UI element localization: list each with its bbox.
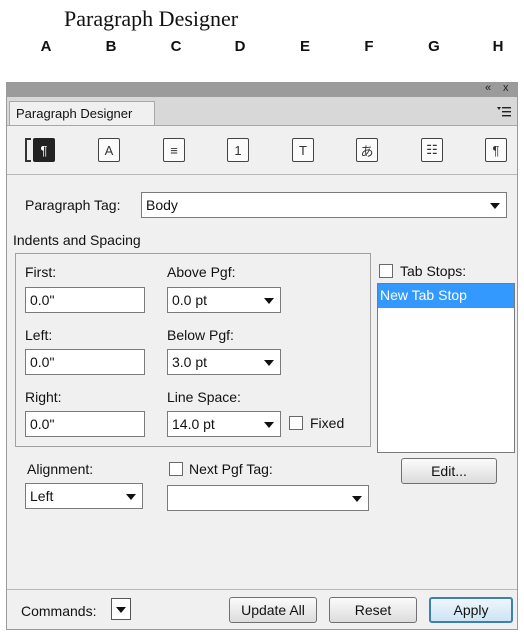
chevron-down-icon xyxy=(264,298,274,304)
table-cell-properties-icon[interactable]: ☷ xyxy=(421,138,443,162)
paragraph-designer-panel: « x Paragraph Designer ¶ A ≡ 1 T あ ☷ ¶ P… xyxy=(6,82,518,630)
reset-button[interactable]: Reset xyxy=(329,597,417,623)
line-space-value: 14.0 pt xyxy=(172,416,215,432)
left-label: Left: xyxy=(25,327,53,343)
line-space-label: Line Space: xyxy=(167,389,241,405)
right-label: Right: xyxy=(25,389,62,405)
chevron-down-icon xyxy=(116,607,126,613)
next-pgf-tag-label: Next Pgf Tag: xyxy=(189,461,273,477)
apply-button[interactable]: Apply xyxy=(429,597,513,623)
paragraph-tag-dropdown[interactable]: Body xyxy=(141,192,507,218)
numbering-properties-icon[interactable]: 1 xyxy=(227,138,249,162)
first-label: First: xyxy=(25,264,57,280)
chevron-down-icon xyxy=(352,496,362,502)
commands-label: Commands: xyxy=(21,603,97,619)
fixed-checkbox[interactable] xyxy=(289,416,303,430)
fixed-label: Fixed xyxy=(310,415,345,431)
right-indent-field[interactable]: 0.0" xyxy=(25,411,145,437)
alignment-label: Alignment: xyxy=(27,461,94,477)
tab-paragraph-designer[interactable]: Paragraph Designer xyxy=(9,101,155,125)
below-pgf-label: Below Pgf: xyxy=(167,327,234,343)
below-pgf-value: 3.0 pt xyxy=(172,354,208,370)
update-all-button[interactable]: Update All xyxy=(229,597,317,623)
next-pgf-tag-dropdown[interactable] xyxy=(167,485,369,511)
indents-spacing-heading: Indents and Spacing xyxy=(13,232,141,248)
pagination-properties-icon[interactable]: ≡ xyxy=(163,138,185,162)
above-pgf-label: Above Pgf: xyxy=(167,264,236,280)
bottom-divider xyxy=(7,589,517,590)
chevron-down-icon xyxy=(264,422,274,428)
tab-stops-label: Tab Stops: xyxy=(400,263,467,279)
list-item[interactable]: New Tab Stop xyxy=(378,284,514,308)
chevron-down-icon xyxy=(126,494,136,500)
text-cursor-icon xyxy=(25,138,31,162)
below-pgf-dropdown[interactable]: 3.0 pt xyxy=(167,349,281,375)
left-indent-field[interactable]: 0.0" xyxy=(25,349,145,375)
above-pgf-value: 0.0 pt xyxy=(172,292,208,308)
asian-properties-icon[interactable]: あ xyxy=(356,138,378,162)
callout-c: C xyxy=(170,38,182,55)
callout-h: H xyxy=(492,38,504,55)
advanced-properties-icon[interactable]: T xyxy=(292,138,314,162)
collapse-icon[interactable]: « xyxy=(485,82,491,94)
callout-b: B xyxy=(105,38,117,55)
chevron-down-icon xyxy=(490,203,500,209)
chevron-down-icon xyxy=(264,360,274,366)
font-properties-icon[interactable]: A xyxy=(98,138,120,162)
callout-f: F xyxy=(364,38,374,55)
panel-title-bar[interactable]: « x xyxy=(7,82,517,97)
tab-row: Paragraph Designer xyxy=(7,97,517,126)
first-indent-field[interactable]: 0.0" xyxy=(25,287,145,313)
line-space-dropdown[interactable]: 14.0 pt xyxy=(167,411,281,437)
panel-menu-icon[interactable] xyxy=(497,105,511,117)
commands-dropdown[interactable] xyxy=(111,598,131,620)
direction-properties-icon[interactable]: ¶ xyxy=(485,138,507,162)
close-icon[interactable]: x xyxy=(503,82,509,94)
callout-a: A xyxy=(40,38,52,55)
callout-g: G xyxy=(428,38,440,55)
above-pgf-dropdown[interactable]: 0.0 pt xyxy=(167,287,281,313)
callout-e: E xyxy=(299,38,310,55)
edit-button[interactable]: Edit... xyxy=(401,458,497,484)
callout-d: D xyxy=(234,38,246,55)
next-pgf-tag-checkbox[interactable] xyxy=(169,462,183,476)
alignment-value: Left xyxy=(30,488,54,504)
figure-title: Paragraph Designer xyxy=(64,6,239,31)
paragraph-tag-label: Paragraph Tag: xyxy=(25,197,121,213)
tab-stops-list[interactable]: New Tab Stop xyxy=(377,283,515,453)
property-icon-bar: ¶ A ≡ 1 T あ ☷ ¶ xyxy=(7,126,517,175)
basic-properties-icon[interactable]: ¶ xyxy=(33,138,55,162)
alignment-dropdown[interactable]: Left xyxy=(25,483,143,509)
tab-stops-checkbox[interactable] xyxy=(379,264,393,278)
paragraph-tag-value: Body xyxy=(146,197,178,213)
